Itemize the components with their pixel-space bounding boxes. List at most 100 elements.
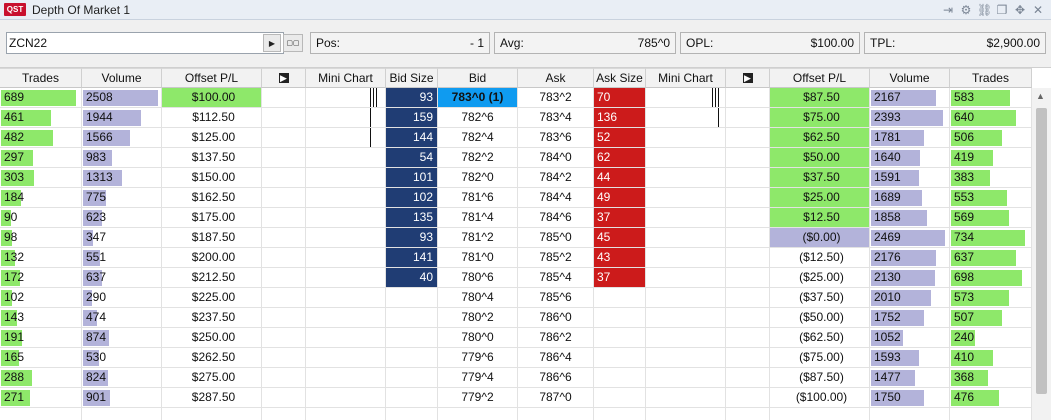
ask-size-cell[interactable]: 62 [594,148,646,168]
ask-size-cell[interactable]: 43 [594,248,646,268]
offset-pl-left-cell[interactable]: $162.50 [162,188,262,208]
bid-price-cell[interactable]: 780^0 [438,328,518,348]
bid-price-cell[interactable]: 779^2 [438,388,518,408]
bid-price-cell[interactable]: 782^2 [438,148,518,168]
offset-pl-right-cell[interactable]: $50.00 [770,148,870,168]
bid-size-cell[interactable] [386,348,438,368]
ask-size-cell[interactable]: 49 [594,188,646,208]
bid-price-cell[interactable]: 782^6 [438,108,518,128]
bid-price-cell[interactable] [438,408,518,420]
header-volume-right[interactable]: Volume [870,68,950,88]
bid-price-cell[interactable]: 781^2 [438,228,518,248]
bid-price-cell[interactable]: 783^0 (1) [438,88,518,108]
offset-pl-left-cell[interactable]: $125.00 [162,128,262,148]
header-ask[interactable]: Ask [518,68,594,88]
offset-pl-right-cell[interactable]: $75.00 [770,108,870,128]
header-trades-right[interactable]: Trades [950,68,1032,88]
crosshair-icon[interactable]: ✥ [1013,2,1027,18]
ask-size-cell[interactable] [594,348,646,368]
ask-size-cell[interactable] [594,408,646,420]
ask-price-cell[interactable]: 784^6 [518,208,594,228]
bid-size-cell[interactable] [386,388,438,408]
offset-pl-right-cell[interactable]: ($100.00) [770,388,870,408]
ask-size-cell[interactable] [594,368,646,388]
symbol-layout-button[interactable]: ▢▢ [283,34,303,52]
header-trades-left[interactable]: Trades [0,68,82,88]
gear-icon[interactable]: ⚙ [959,2,973,18]
offset-pl-right-cell[interactable]: $87.50 [770,88,870,108]
bid-price-cell[interactable]: 782^4 [438,128,518,148]
bid-price-cell[interactable]: 779^6 [438,348,518,368]
header-volume-left[interactable]: Volume [82,68,162,88]
header-expand-left[interactable]: ▶ [262,68,306,88]
ask-price-cell[interactable]: 784^0 [518,148,594,168]
offset-pl-left-cell[interactable]: $150.00 [162,168,262,188]
offset-pl-right-cell[interactable]: ($50.00) [770,308,870,328]
header-mini-chart-right[interactable]: Mini Chart [646,68,726,88]
ask-price-cell[interactable]: 786^2 [518,328,594,348]
bid-size-cell[interactable]: 159 [386,108,438,128]
ask-size-cell[interactable] [594,328,646,348]
offset-pl-right-cell[interactable]: $25.00 [770,188,870,208]
ask-price-cell[interactable]: 783^6 [518,128,594,148]
bid-price-cell[interactable]: 781^4 [438,208,518,228]
offset-pl-left-cell[interactable]: $225.00 [162,288,262,308]
bid-size-cell[interactable]: 101 [386,168,438,188]
ask-size-cell[interactable]: 136 [594,108,646,128]
bid-size-cell[interactable]: 144 [386,128,438,148]
bid-size-cell[interactable]: 54 [386,148,438,168]
header-bid[interactable]: Bid [438,68,518,88]
header-mini-chart-left[interactable]: Mini Chart [306,68,386,88]
bid-price-cell[interactable]: 780^4 [438,288,518,308]
offset-pl-right-cell[interactable]: ($75.00) [770,348,870,368]
offset-pl-left-cell[interactable]: $212.50 [162,268,262,288]
ask-size-cell[interactable]: 37 [594,208,646,228]
ask-price-cell[interactable]: 785^2 [518,248,594,268]
ask-size-cell[interactable]: 52 [594,128,646,148]
bid-size-cell[interactable] [386,308,438,328]
bid-size-cell[interactable]: 141 [386,248,438,268]
ask-price-cell[interactable]: 786^0 [518,308,594,328]
offset-pl-left-cell[interactable]: $287.50 [162,388,262,408]
ask-price-cell[interactable]: 785^0 [518,228,594,248]
bid-price-cell[interactable]: 781^0 [438,248,518,268]
ask-price-cell[interactable]: 787^0 [518,388,594,408]
bid-size-cell[interactable] [386,328,438,348]
symbol-input[interactable] [9,35,259,51]
offset-pl-left-cell[interactable]: $100.00 [162,88,262,108]
offset-pl-right-cell[interactable]: ($87.50) [770,368,870,388]
offset-pl-right-cell[interactable]: $37.50 [770,168,870,188]
ask-size-cell[interactable] [594,308,646,328]
offset-pl-left-cell[interactable]: $262.50 [162,348,262,368]
vertical-scrollbar[interactable]: ▲ [1031,88,1051,420]
offset-pl-left-cell[interactable]: $175.00 [162,208,262,228]
close-icon[interactable]: ✕ [1031,2,1045,18]
bid-size-cell[interactable] [386,408,438,420]
ask-price-cell[interactable]: 786^6 [518,368,594,388]
header-bid-size[interactable]: Bid Size [386,68,438,88]
bid-size-cell[interactable]: 40 [386,268,438,288]
bid-size-cell[interactable]: 93 [386,228,438,248]
offset-pl-right-cell[interactable]: ($0.00) [770,228,870,248]
ask-size-cell[interactable] [594,288,646,308]
expand-arrow-icon[interactable]: ▶ [278,73,289,83]
expand-arrow-icon[interactable]: ▶ [742,73,753,83]
offset-pl-right-cell[interactable]: ($62.50) [770,328,870,348]
offset-pl-left-cell[interactable]: $187.50 [162,228,262,248]
ask-price-cell[interactable]: 785^6 [518,288,594,308]
bid-price-cell[interactable]: 780^2 [438,308,518,328]
ask-size-cell[interactable]: 70 [594,88,646,108]
offset-pl-right-cell[interactable]: ($37.50) [770,288,870,308]
ask-price-cell[interactable]: 783^4 [518,108,594,128]
ask-size-cell[interactable]: 44 [594,168,646,188]
bid-price-cell[interactable]: 779^4 [438,368,518,388]
offset-pl-right-cell[interactable]: $62.50 [770,128,870,148]
header-ask-size[interactable]: Ask Size [594,68,646,88]
offset-pl-left-cell[interactable]: $237.50 [162,308,262,328]
header-offset-pl-left[interactable]: Offset P/L [162,68,262,88]
header-offset-pl-right[interactable]: Offset P/L [770,68,870,88]
scroll-thumb[interactable] [1036,108,1047,394]
bid-price-cell[interactable]: 780^6 [438,268,518,288]
offset-pl-right-cell[interactable]: ($25.00) [770,268,870,288]
link-icon[interactable]: ⛓ [977,2,992,18]
